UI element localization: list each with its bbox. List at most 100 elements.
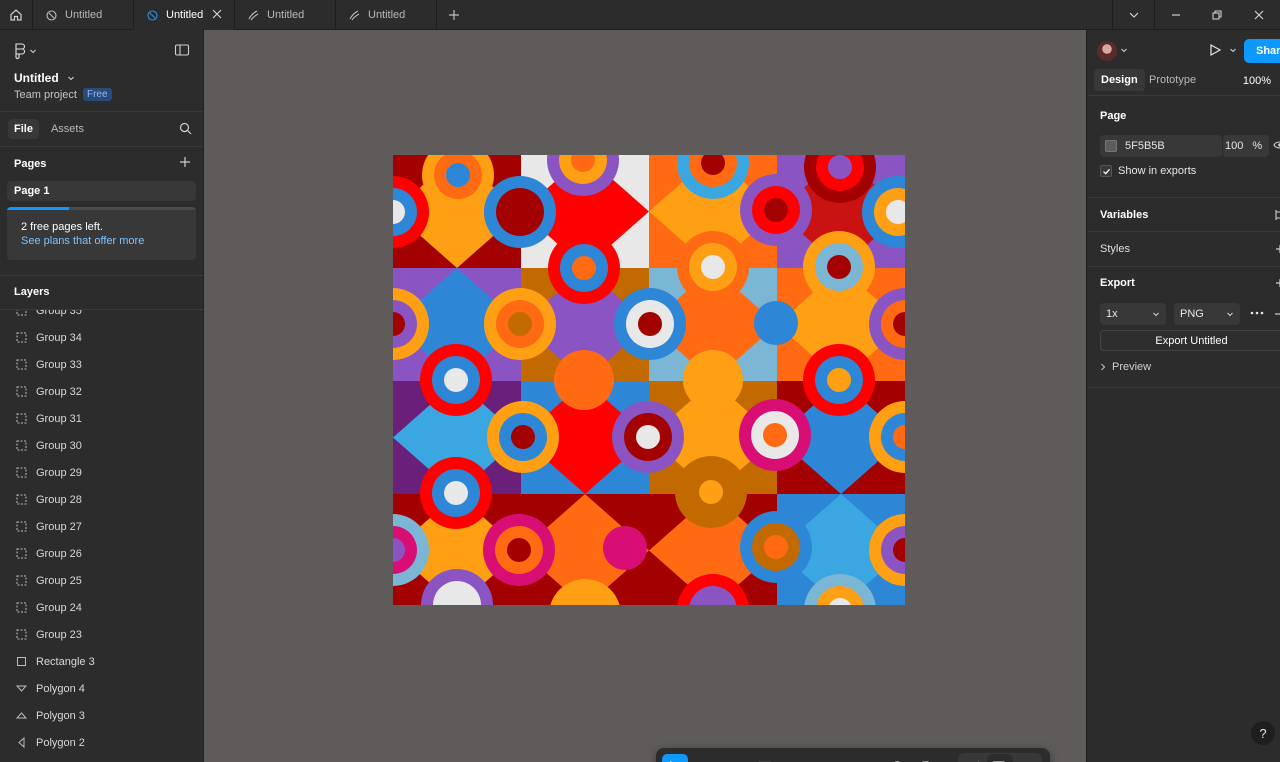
project-name[interactable]: Team project	[14, 89, 77, 101]
percent-sign: %	[1252, 140, 1263, 152]
eye-icon[interactable]	[1273, 139, 1280, 151]
main-menu-button[interactable]	[14, 43, 37, 59]
color-hex[interactable]: 5F5B5B	[1125, 140, 1165, 152]
tab-untitled-2[interactable]: Untitled	[134, 0, 235, 30]
shape-tool-button[interactable]	[746, 754, 784, 762]
tab-design[interactable]: Design	[1094, 69, 1145, 91]
home-icon	[10, 9, 22, 21]
plus-icon	[180, 157, 190, 167]
close-icon[interactable]	[210, 7, 224, 21]
chevron-down-icon[interactable]	[1229, 46, 1237, 54]
draw-mode-button[interactable]	[961, 754, 987, 762]
layer-item[interactable]: Group 28	[0, 486, 204, 513]
avatar[interactable]	[1097, 41, 1117, 61]
see-plans-link[interactable]: See plans that offer more	[21, 235, 144, 247]
add-page-button[interactable]	[179, 156, 191, 171]
opacity-value[interactable]: 100	[1225, 140, 1243, 152]
preview-label: Preview	[1112, 361, 1152, 373]
layer-item[interactable]: Group 29	[0, 459, 204, 486]
preview-toggle[interactable]: Preview	[1100, 361, 1151, 373]
tab-file[interactable]: File	[8, 119, 39, 139]
minimize-button[interactable]	[1154, 0, 1196, 30]
restore-button[interactable]	[1196, 0, 1238, 30]
left-panel-tabs: File Assets	[0, 112, 203, 147]
frame-group-icon	[16, 413, 27, 424]
tab-untitled-4[interactable]: Untitled	[336, 0, 437, 30]
text-tool-button[interactable]	[842, 754, 882, 762]
layer-item[interactable]: Group 25	[0, 567, 204, 594]
search-button[interactable]	[179, 122, 192, 138]
frame-tool-button[interactable]	[702, 754, 736, 762]
minimize-icon	[1171, 14, 1180, 16]
layer-item[interactable]: Group 33	[0, 351, 204, 378]
frame-group-icon	[16, 629, 27, 640]
export-button[interactable]: Export Untitled	[1100, 330, 1280, 351]
show-in-exports-row[interactable]: Show in exports	[1100, 165, 1196, 177]
layers-title: Layers	[14, 286, 50, 298]
export-scale-select[interactable]: 1x	[1100, 303, 1166, 325]
layer-item[interactable]: Group 24	[0, 594, 204, 621]
layer-item[interactable]: Rectangle 3	[0, 648, 204, 675]
remove-icon[interactable]	[1275, 313, 1280, 315]
layer-item[interactable]: Group 35	[0, 310, 204, 324]
pattern-ring	[638, 312, 662, 336]
tab-assets[interactable]: Assets	[45, 119, 90, 139]
page-item-page-1[interactable]: Page 1	[7, 181, 196, 201]
page-background-opacity-field[interactable]: 100 %	[1223, 135, 1269, 157]
home-button[interactable]	[0, 0, 33, 30]
layer-item[interactable]: Polygon 3	[0, 702, 204, 729]
layer-item[interactable]: Polygon 2	[0, 729, 204, 756]
tab-list-button[interactable]	[1112, 0, 1154, 30]
variables-icon[interactable]	[1273, 208, 1280, 222]
triangle-left-icon	[16, 737, 27, 748]
actions-button[interactable]	[912, 754, 946, 762]
share-button[interactable]: Share	[1244, 39, 1280, 63]
export-format-select[interactable]: PNG	[1174, 303, 1240, 325]
new-tab-button[interactable]	[437, 0, 471, 30]
dev-mode-button[interactable]	[1013, 754, 1039, 762]
frame-tool-menu[interactable]	[736, 754, 746, 762]
pen-tool-button[interactable]	[794, 754, 832, 762]
layer-label: Group 33	[36, 358, 82, 371]
file-title[interactable]: Untitled	[14, 71, 75, 85]
color-swatch[interactable]	[1105, 140, 1117, 152]
design-mode-button[interactable]	[987, 754, 1013, 762]
layer-item[interactable]: Group 30	[0, 432, 204, 459]
zoom-level[interactable]: 100%	[1243, 75, 1271, 87]
comment-tool-button[interactable]	[882, 754, 912, 762]
layer-item[interactable]: Group 32	[0, 378, 204, 405]
plus-icon[interactable]	[1275, 278, 1280, 288]
chevron-down-icon[interactable]	[1120, 46, 1128, 54]
layer-item[interactable]: Group 31	[0, 405, 204, 432]
canvas[interactable]	[204, 30, 1086, 762]
layer-label: Group 32	[36, 385, 82, 398]
tab-untitled-1[interactable]: Untitled	[33, 0, 134, 30]
close-window-button[interactable]	[1238, 0, 1280, 30]
present-play-icon[interactable]	[1208, 43, 1222, 57]
move-tool-button[interactable]	[662, 754, 688, 762]
layers-list[interactable]: Group 35 Group 34 Group 33 Group 32 Group 31…	[0, 310, 204, 762]
layer-item[interactable]: Group 23	[0, 621, 204, 648]
plan-badge[interactable]: Free	[82, 88, 112, 101]
page-background-color-field[interactable]: 5F5B5B	[1100, 135, 1222, 157]
tab-untitled-3[interactable]: Untitled	[235, 0, 336, 30]
plus-icon[interactable]	[1275, 244, 1280, 254]
layer-item[interactable]: Group 26	[0, 540, 204, 567]
layer-item[interactable]: Group 27	[0, 513, 204, 540]
more-options-icon[interactable]	[1250, 311, 1264, 315]
layer-item[interactable]: Polygon 4	[0, 675, 204, 702]
check-icon	[1102, 168, 1110, 175]
toggle-sidebar-button[interactable]	[174, 43, 190, 60]
pattern-ring	[508, 312, 532, 336]
chevron-down-icon	[1129, 12, 1138, 18]
layer-item[interactable]: Group 34	[0, 324, 204, 351]
tab-prototype[interactable]: Prototype	[1142, 69, 1203, 91]
help-button[interactable]: ?	[1251, 721, 1275, 745]
artwork-geometric-pattern[interactable]	[393, 155, 905, 605]
pen-tool-menu[interactable]	[832, 754, 842, 762]
search-icon	[179, 122, 192, 135]
export-scale-value: 1x	[1106, 308, 1118, 320]
shape-tool-menu[interactable]	[784, 754, 794, 762]
move-tool-menu[interactable]	[688, 754, 702, 762]
show-in-exports-checkbox[interactable]	[1100, 165, 1112, 177]
